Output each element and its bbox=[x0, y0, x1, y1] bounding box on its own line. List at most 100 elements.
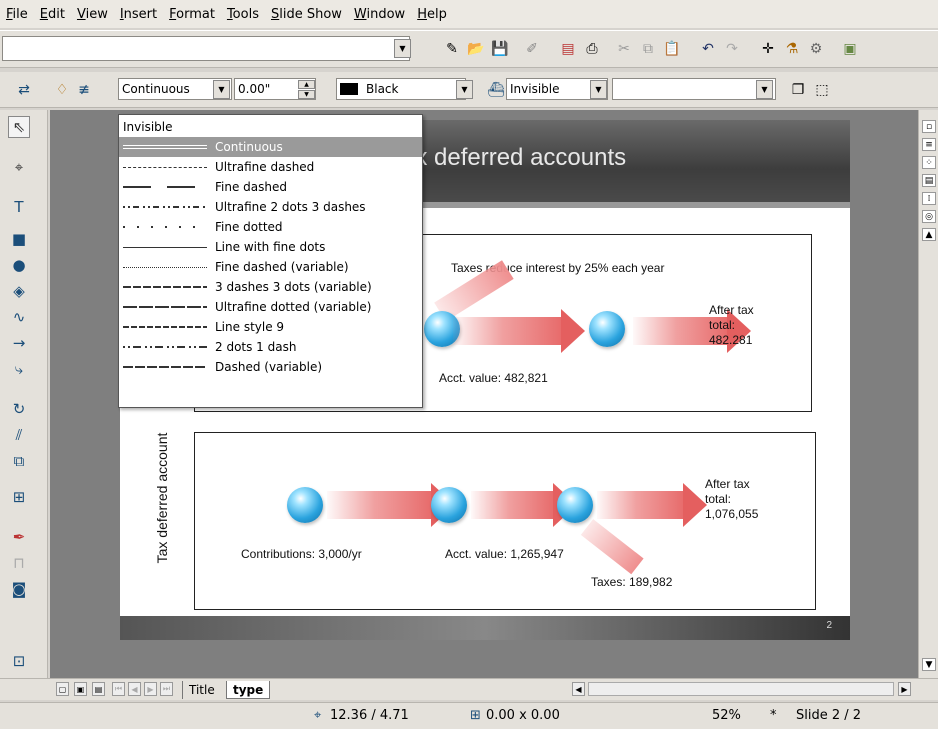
open-folder-icon[interactable]: 📂 bbox=[466, 39, 486, 59]
scroll-up-button[interactable]: ▲ bbox=[922, 228, 936, 241]
area-style-icon[interactable]: ⛴ bbox=[486, 80, 506, 100]
slide-title[interactable]: Tax deferred accounts bbox=[390, 144, 626, 172]
image-icon[interactable]: ▣ bbox=[840, 39, 860, 59]
line-style-option[interactable]: 2 dots 1 dash bbox=[119, 337, 422, 357]
menu-file[interactable]: File bbox=[6, 7, 28, 22]
menu-view[interactable]: View bbox=[77, 7, 108, 22]
position-size-icon[interactable]: ⬚ bbox=[812, 80, 832, 100]
menu-window[interactable]: Window bbox=[354, 7, 405, 22]
line-style-option[interactable]: Fine dotted bbox=[119, 217, 422, 237]
view-slide-sorter-icon[interactable]: ⁘ bbox=[922, 156, 936, 169]
line-style-option[interactable]: Ultrafine dotted (variable) bbox=[119, 297, 422, 317]
view-notes-icon[interactable]: ▤ bbox=[922, 174, 936, 187]
connector-icon[interactable]: ⤷ bbox=[8, 358, 30, 380]
rotate-icon[interactable]: ↻ bbox=[8, 398, 30, 420]
line-style-option[interactable]: 3 dashes 3 dots (variable) bbox=[119, 277, 422, 297]
line-style-icon[interactable]: ≢ bbox=[74, 80, 94, 100]
view-outline-icon[interactable]: ≡ bbox=[922, 138, 936, 151]
view-notes-mode-icon[interactable]: ▣ bbox=[74, 682, 87, 696]
line-style-option[interactable]: Invisible bbox=[119, 117, 422, 137]
paste-icon[interactable]: 📋 bbox=[662, 39, 682, 59]
cut-icon[interactable]: ✂ bbox=[614, 39, 634, 59]
first-slide-button[interactable]: ⏮ bbox=[112, 682, 125, 696]
line-style-option[interactable]: Fine dashed bbox=[119, 177, 422, 197]
last-slide-button[interactable]: ⏭ bbox=[160, 682, 173, 696]
flow-arrow-1 bbox=[453, 317, 563, 345]
copy-icon[interactable]: ⧉ bbox=[638, 39, 658, 59]
line-style-option[interactable]: Ultrafine 2 dots 3 dashes bbox=[119, 197, 422, 217]
menu-slide-show[interactable]: Slide Show bbox=[271, 7, 342, 22]
export-pdf-icon[interactable]: ▤ bbox=[558, 39, 578, 59]
data-sources-icon[interactable]: ⚙ bbox=[806, 39, 826, 59]
view-normal-icon[interactable]: ▫ bbox=[922, 120, 936, 133]
contributions-label: Contributions: 3,000/yr bbox=[241, 547, 362, 561]
line-style-option[interactable]: Line with fine dots bbox=[119, 237, 422, 257]
line-color-select[interactable]: Black bbox=[336, 78, 466, 100]
navigator-icon[interactable]: ✛ bbox=[758, 39, 778, 59]
line-color-dropdown-button[interactable]: ▼ bbox=[456, 80, 473, 99]
line-style-dropdown-list[interactable]: Invisible Continuous Ultrafine dashed Fi… bbox=[118, 114, 423, 408]
3d-controller-icon[interactable]: ◙ bbox=[8, 578, 30, 600]
line-style-dropdown-button[interactable]: ▼ bbox=[213, 80, 230, 99]
menu-format[interactable]: Format bbox=[169, 7, 215, 22]
area-fill-dropdown-button[interactable]: ▼ bbox=[756, 80, 773, 99]
horizontal-scrollbar[interactable] bbox=[588, 682, 894, 696]
print-icon[interactable]: ⎙ bbox=[582, 39, 602, 59]
line-width-up-button[interactable]: ▲ bbox=[298, 80, 315, 89]
line-style-option[interactable]: Ultrafine dashed bbox=[119, 157, 422, 177]
tab-type[interactable]: type bbox=[226, 681, 271, 699]
line-icon[interactable]: ♢ bbox=[52, 80, 72, 100]
bottom-diagram-panel[interactable]: Contributions: 3,000/yr Acct. value: 1,2… bbox=[194, 432, 816, 610]
edit-mode-icon[interactable]: ✐ bbox=[522, 39, 542, 59]
view-drawing-icon[interactable]: ▢ bbox=[56, 682, 69, 696]
alignment-icon[interactable]: ⫽ bbox=[8, 424, 30, 446]
line-width-down-button[interactable]: ▼ bbox=[298, 90, 315, 99]
3d-object-icon[interactable]: ◈ bbox=[8, 280, 30, 302]
hscroll-right-button[interactable]: ▶ bbox=[898, 682, 911, 696]
text-icon[interactable]: T bbox=[8, 196, 30, 218]
load-url-input[interactable] bbox=[2, 36, 410, 61]
sphere-middle bbox=[589, 311, 625, 347]
area-style-dropdown-button[interactable]: ▼ bbox=[590, 80, 607, 99]
menu-edit[interactable]: Edit bbox=[40, 7, 65, 22]
menu-tools[interactable]: Tools bbox=[227, 7, 259, 22]
view-presentation-icon[interactable]: ◎ bbox=[922, 210, 936, 223]
next-slide-button[interactable]: ▶ bbox=[144, 682, 157, 696]
prev-slide-button[interactable]: ◀ bbox=[128, 682, 141, 696]
curve-icon[interactable]: ∿ bbox=[8, 306, 30, 328]
menu-help[interactable]: Help bbox=[417, 7, 447, 22]
line-style-option-selected[interactable]: Continuous bbox=[119, 137, 422, 157]
arrange-icon[interactable]: ⧉ bbox=[8, 450, 30, 472]
cursor-position: 12.36 / 4.71 bbox=[330, 708, 409, 723]
menu-insert[interactable]: Insert bbox=[120, 7, 157, 22]
gallery-icon[interactable]: ⚗ bbox=[782, 39, 802, 59]
view-handout-mode-icon[interactable]: ▤ bbox=[92, 682, 105, 696]
zoom-icon[interactable]: ⌖ bbox=[8, 156, 30, 178]
tab-title[interactable]: Title bbox=[182, 681, 221, 699]
arrow-style-icon[interactable]: ⇄ bbox=[14, 80, 34, 100]
area-fill-select[interactable] bbox=[612, 78, 776, 100]
status-bar: ⌖ 12.36 / 4.71 ⊞ 0.00 x 0.00 52% * Slide… bbox=[0, 702, 938, 729]
shadow-icon[interactable]: ❐ bbox=[788, 80, 808, 100]
url-dropdown-button[interactable]: ▼ bbox=[394, 39, 411, 58]
redo-icon[interactable]: ↷ bbox=[722, 39, 742, 59]
effects-icon[interactable]: ✒ bbox=[8, 526, 30, 548]
line-arrow-icon[interactable]: → bbox=[8, 332, 30, 354]
insert-icon[interactable]: ⊞ bbox=[8, 486, 30, 508]
hscroll-left-button[interactable]: ◀ bbox=[572, 682, 585, 696]
view-handout-icon[interactable]: ⁞ bbox=[922, 192, 936, 205]
flow-arrowhead-5 bbox=[683, 483, 707, 527]
zoom-level[interactable]: 52% bbox=[712, 708, 741, 723]
edit-file-icon[interactable]: ✎ bbox=[442, 39, 462, 59]
scroll-down-button[interactable]: ▼ bbox=[922, 658, 936, 671]
line-style-option[interactable]: Line style 9 bbox=[119, 317, 422, 337]
ellipse-icon[interactable]: ● bbox=[8, 254, 30, 276]
line-style-option[interactable]: Dashed (variable) bbox=[119, 357, 422, 377]
slide-show-icon[interactable]: ⊡ bbox=[8, 650, 30, 672]
save-icon[interactable]: 💾 bbox=[490, 39, 510, 59]
select-arrow-icon[interactable]: ⇖ bbox=[8, 116, 30, 138]
lock-icon[interactable]: ⊓ bbox=[8, 552, 30, 574]
undo-icon[interactable]: ↶ bbox=[698, 39, 718, 59]
rectangle-icon[interactable]: ■ bbox=[8, 228, 30, 250]
line-style-option[interactable]: Fine dashed (variable) bbox=[119, 257, 422, 277]
